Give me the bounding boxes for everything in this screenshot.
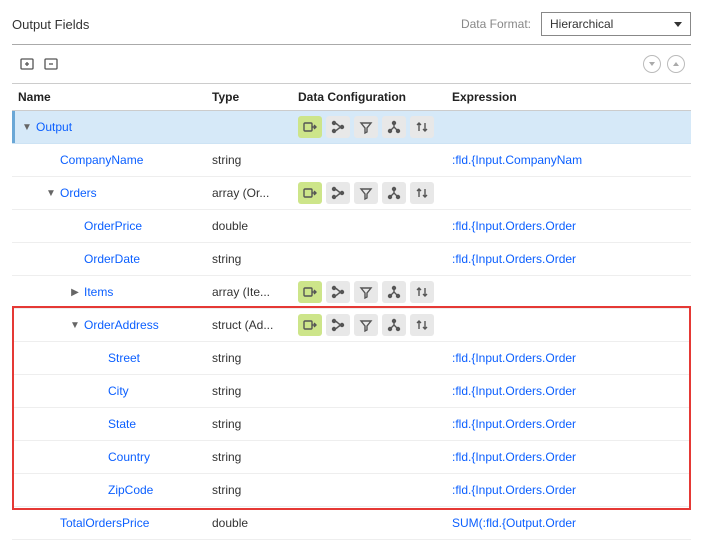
field-name[interactable]: TotalOrdersPrice — [60, 516, 149, 530]
chevron-up-icon — [673, 62, 679, 66]
table-row[interactable]: Street string :fld.{Input.Orders.Order — [12, 342, 691, 375]
field-type: double — [212, 219, 298, 233]
join-config-icon[interactable] — [326, 281, 350, 303]
col-expr-header[interactable]: Expression — [452, 90, 691, 104]
field-type: string — [212, 483, 298, 497]
collapse-all-button[interactable] — [667, 55, 685, 73]
expand-toggle[interactable]: ▼ — [22, 122, 32, 133]
expand-all-button[interactable] — [643, 55, 661, 73]
field-name[interactable]: CompanyName — [60, 153, 143, 167]
field-expression[interactable]: :fld.{Input.Orders.Order — [452, 219, 691, 233]
output-config-icon[interactable] — [298, 182, 322, 204]
expand-toggle[interactable]: ▼ — [46, 188, 56, 199]
group-config-icon[interactable] — [382, 182, 406, 204]
table-row[interactable]: City string :fld.{Input.Orders.Order — [12, 375, 691, 408]
field-type: string — [212, 417, 298, 431]
field-name[interactable]: Street — [108, 351, 140, 365]
field-expression[interactable]: :fld.{Input.Orders.Order — [452, 384, 691, 398]
table-row[interactable]: State string :fld.{Input.Orders.Order — [12, 408, 691, 441]
chevron-down-icon — [674, 22, 682, 27]
remove-group-button[interactable] — [42, 55, 60, 73]
format-label: Data Format: — [461, 17, 531, 31]
col-cfg-header[interactable]: Data Configuration — [298, 90, 452, 104]
group-config-icon[interactable] — [382, 281, 406, 303]
field-name[interactable]: OrderPrice — [84, 219, 142, 233]
filter-config-icon[interactable] — [354, 314, 378, 336]
col-type-header[interactable]: Type — [212, 90, 298, 104]
table-row[interactable]: CompanyName string :fld.{Input.CompanyNa… — [12, 144, 691, 177]
field-name[interactable]: Country — [108, 450, 150, 464]
field-expression[interactable]: :fld.{Input.Orders.Order — [452, 417, 691, 431]
filter-config-icon[interactable] — [354, 182, 378, 204]
field-type: double — [212, 516, 298, 530]
sort-config-icon[interactable] — [410, 182, 434, 204]
field-name[interactable]: Orders — [60, 186, 97, 200]
group-config-icon[interactable] — [382, 116, 406, 138]
field-name[interactable]: ZipCode — [108, 483, 153, 497]
add-group-button[interactable] — [18, 55, 36, 73]
table-row[interactable]: TotalOrdersPrice double SUM(:fld.{Output… — [12, 507, 691, 540]
sort-config-icon[interactable] — [410, 314, 434, 336]
field-name[interactable]: Items — [84, 285, 113, 299]
join-config-icon[interactable] — [326, 116, 350, 138]
table-row[interactable]: ZipCode string :fld.{Input.Orders.Order — [12, 474, 691, 507]
data-format-value: Hierarchical — [550, 17, 613, 31]
field-type: string — [212, 450, 298, 464]
filter-config-icon[interactable] — [354, 116, 378, 138]
col-name-header[interactable]: Name — [12, 90, 212, 104]
field-expression[interactable]: SUM(:fld.{Output.Order — [452, 516, 691, 530]
field-name[interactable]: Output — [36, 120, 72, 134]
field-type: struct (Ad... — [212, 318, 298, 332]
field-expression[interactable]: :fld.{Input.Orders.Order — [452, 450, 691, 464]
table-row[interactable]: ▼ Orders array (Or... — [12, 177, 691, 210]
filter-config-icon[interactable] — [354, 281, 378, 303]
chevron-down-icon — [649, 62, 655, 66]
field-name[interactable]: State — [108, 417, 136, 431]
table-row[interactable]: OrderPrice double :fld.{Input.Orders.Ord… — [12, 210, 691, 243]
expand-toggle[interactable]: ▶ — [70, 287, 80, 298]
field-expression[interactable]: :fld.{Input.Orders.Order — [452, 351, 691, 365]
table-row[interactable]: OrderDate string :fld.{Input.Orders.Orde… — [12, 243, 691, 276]
field-name[interactable]: OrderAddress — [84, 318, 159, 332]
expand-toggle[interactable]: ▼ — [70, 320, 80, 331]
table-row[interactable]: ▶ Items array (Ite... — [12, 276, 691, 309]
field-type: string — [212, 252, 298, 266]
panel-title: Output Fields — [12, 17, 89, 32]
table-row[interactable]: Country string :fld.{Input.Orders.Order — [12, 441, 691, 474]
field-name[interactable]: OrderDate — [84, 252, 140, 266]
sort-config-icon[interactable] — [410, 116, 434, 138]
field-type: array (Or... — [212, 186, 298, 200]
field-type: string — [212, 153, 298, 167]
field-name[interactable]: City — [108, 384, 129, 398]
field-type: string — [212, 384, 298, 398]
group-config-icon[interactable] — [382, 314, 406, 336]
field-expression[interactable]: :fld.{Input.Orders.Order — [452, 252, 691, 266]
output-config-icon[interactable] — [298, 116, 322, 138]
table-header: Name Type Data Configuration Expression — [12, 83, 691, 111]
data-format-select[interactable]: Hierarchical — [541, 12, 691, 36]
table-row[interactable]: ▼ Output — [12, 111, 691, 144]
output-config-icon[interactable] — [298, 314, 322, 336]
output-config-icon[interactable] — [298, 281, 322, 303]
sort-config-icon[interactable] — [410, 281, 434, 303]
join-config-icon[interactable] — [326, 314, 350, 336]
join-config-icon[interactable] — [326, 182, 350, 204]
field-type: array (Ite... — [212, 285, 298, 299]
field-type: string — [212, 351, 298, 365]
field-expression[interactable]: :fld.{Input.CompanyNam — [452, 153, 691, 167]
table-row[interactable]: ▼ OrderAddress struct (Ad... — [12, 309, 691, 342]
field-expression[interactable]: :fld.{Input.Orders.Order — [452, 483, 691, 497]
